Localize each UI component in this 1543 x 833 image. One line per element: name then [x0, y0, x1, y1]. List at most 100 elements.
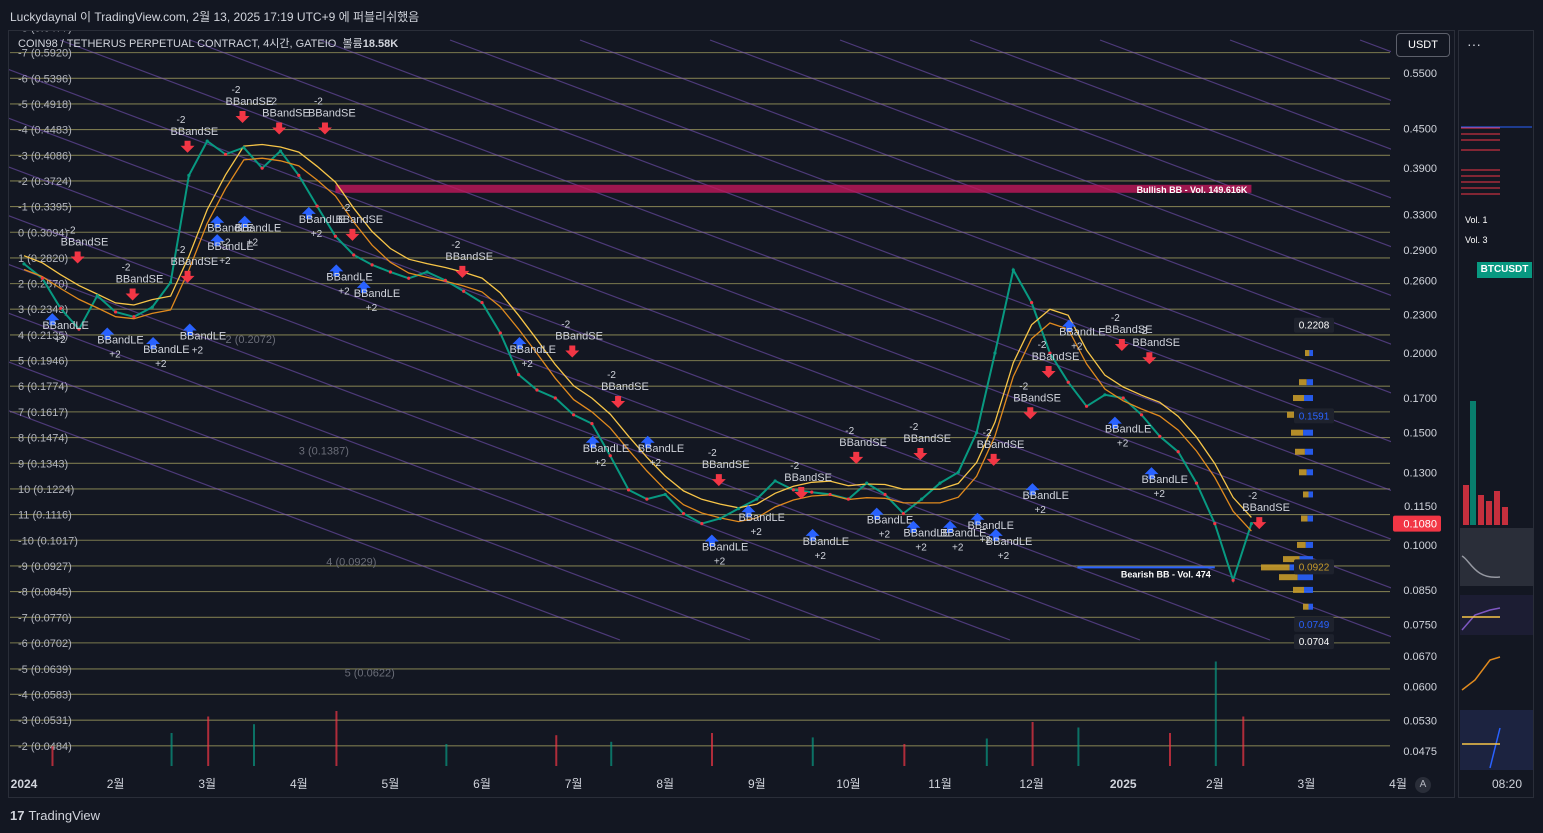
- price-point: [242, 146, 246, 150]
- x-axis-tick-label: 4월: [290, 777, 308, 791]
- channel-label: 4 (0.0929): [326, 556, 376, 568]
- short-signal-qty: -2: [177, 245, 186, 256]
- side-volume-bar: [1478, 495, 1484, 525]
- profile-bar-blue: [1304, 586, 1313, 593]
- channel-label: 2 (0.2072): [226, 334, 276, 346]
- price-chart[interactable]: -8 (0.6477)-7 (0.5920)-6 (0.5396)-5 (0.4…: [0, 0, 1543, 833]
- price-point: [462, 289, 466, 293]
- long-signal-qty: +2: [1071, 342, 1083, 353]
- long-signal-qty: +2: [311, 229, 323, 240]
- short-signal-qty: -2: [67, 225, 76, 236]
- btcusdt-badge[interactable]: BTCUSDT: [1477, 262, 1532, 278]
- long-signal-qty: +2: [192, 346, 204, 357]
- volume-bar: [1169, 733, 1171, 766]
- volume-bar: [445, 744, 448, 766]
- long-signal-qty: +2: [714, 557, 726, 568]
- y-axis-tick-label: 0.2300: [1403, 309, 1437, 321]
- short-signal-qty: -2: [561, 320, 570, 331]
- symbol-legend: COIN98 / TETHERUS PERPETUAL CONTRACT, 4시…: [18, 35, 398, 51]
- price-point: [278, 149, 283, 153]
- price-point: [645, 497, 649, 501]
- volume-bar: [985, 738, 988, 766]
- short-signal-label: BBandSE: [977, 439, 1025, 451]
- side-panel-block: [1460, 595, 1533, 635]
- price-point: [443, 278, 447, 283]
- short-arrow-icon: [986, 453, 1001, 466]
- long-signal-qty: +2: [366, 303, 378, 314]
- profile-bar-gold: [1295, 448, 1305, 455]
- price-point: [590, 421, 594, 426]
- short-signal-label: BBandSE: [61, 236, 109, 248]
- volume-bar: [903, 744, 906, 766]
- short-signal-qty: -2: [232, 85, 241, 96]
- short-signal-qty: -2: [1019, 381, 1028, 392]
- long-signal-qty: +2: [1117, 439, 1129, 450]
- short-signal-qty: -2: [177, 115, 186, 126]
- y-axis-tick-label: 0.1500: [1403, 428, 1437, 440]
- profile-bar-gold: [1303, 491, 1309, 498]
- price-point: [205, 139, 209, 143]
- price-point: [1084, 404, 1089, 408]
- volume-bar: [253, 724, 255, 766]
- long-signal-qty: +2: [952, 543, 964, 554]
- short-signal-qty: -2: [845, 426, 854, 437]
- currency-button[interactable]: USDT: [1396, 33, 1450, 57]
- side-vol3-label: Vol. 3: [1465, 235, 1488, 245]
- profile-bar-gold: [1261, 564, 1290, 571]
- zone-label: Bullish BB - Vol. 149.616K: [1137, 185, 1248, 195]
- volume-bar: [811, 737, 814, 766]
- long-signal-qty: +2: [109, 350, 121, 361]
- short-arrow-icon: [317, 122, 332, 135]
- volume-bar: [711, 733, 713, 766]
- y-axis-tick-label: 0.0850: [1403, 585, 1437, 597]
- short-signal-qty: -2: [909, 422, 918, 433]
- long-signal-qty: +2: [750, 527, 762, 538]
- price-point: [114, 310, 118, 314]
- x-axis-tick-label: 7월: [565, 777, 583, 791]
- price-point: [883, 492, 887, 497]
- auto-scale-button[interactable]: A: [1415, 777, 1431, 793]
- bb-basis-line: [23, 157, 1252, 532]
- price-point: [956, 470, 960, 474]
- short-signal-label: BBandSE: [116, 274, 164, 286]
- price-point: [187, 173, 191, 177]
- short-signal-qty: -2: [341, 203, 350, 214]
- short-signal-label: BBandSE: [555, 331, 603, 343]
- long-signal-qty: +2: [1034, 505, 1046, 516]
- short-arrow-icon: [1252, 517, 1267, 530]
- price-point: [626, 488, 631, 492]
- side-indicator-line: [1461, 656, 1501, 691]
- fib-level-label: -3 (0.0531): [18, 715, 72, 727]
- price-point: [993, 351, 997, 355]
- long-signal-label: BBandLE: [638, 443, 684, 455]
- y-axis-tick-label: 0.0670: [1403, 651, 1437, 663]
- profile-bar-blue: [1308, 491, 1313, 498]
- price-point: [223, 152, 228, 156]
- long-signal-label: BBandLE: [207, 241, 253, 253]
- price-point: [663, 492, 667, 497]
- price-point: [828, 492, 832, 497]
- more-menu-icon[interactable]: ···: [1467, 36, 1481, 52]
- long-signal-label: BBandLE: [1059, 327, 1105, 339]
- price-point: [297, 173, 301, 177]
- short-signal-qty: -2: [314, 97, 323, 108]
- tradingview-logo[interactable]: 17 TradingView: [10, 808, 100, 823]
- y-axis-tick-label: 0.0750: [1403, 620, 1437, 632]
- y-axis-tick-label: 0.2900: [1403, 245, 1437, 257]
- x-axis-tick-label: 2025: [1110, 777, 1137, 791]
- fib-level-label: 8 (0.1474): [18, 433, 68, 445]
- profile-bar-blue: [1308, 603, 1313, 610]
- y-axis-tick-label: 0.1300: [1403, 467, 1437, 479]
- price-point: [352, 253, 356, 257]
- volume-bar: [1031, 722, 1034, 766]
- volume-bar: [610, 741, 613, 766]
- y-axis-tick-label: 0.1000: [1403, 540, 1437, 552]
- fib-level-label: -8 (0.6477): [18, 23, 72, 35]
- profile-bar-gold: [1299, 379, 1307, 386]
- fib-level-label: -2 (0.0484): [18, 741, 72, 753]
- short-signal-qty: -2: [708, 448, 717, 459]
- long-signal-qty: +2: [595, 458, 607, 469]
- long-signal-label: BBandLE: [1022, 490, 1068, 502]
- short-signal-qty: -2: [1248, 491, 1257, 502]
- fib-level-label: -5 (0.4918): [18, 99, 72, 111]
